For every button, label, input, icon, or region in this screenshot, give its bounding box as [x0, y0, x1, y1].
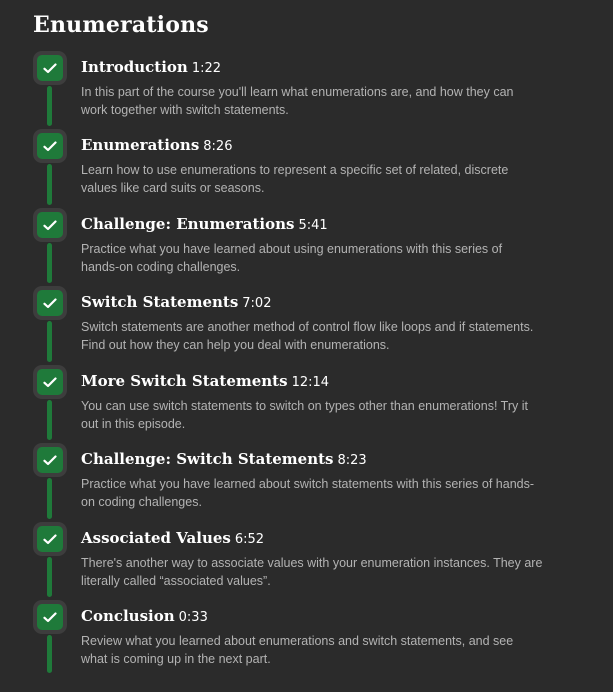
completed-checkbox[interactable] [33, 51, 67, 85]
episode-description: Switch statements are another method of … [81, 320, 534, 352]
checkmark-icon [43, 140, 57, 151]
checkmark-icon [43, 62, 57, 73]
episode-title[interactable]: Challenge: Enumerations [81, 215, 294, 233]
episode-duration: 8:23 [337, 453, 367, 468]
episode-description: There's another way to associate values … [81, 556, 543, 588]
episode-description: You can use switch statements to switch … [81, 399, 528, 431]
timeline-connector [47, 321, 52, 362]
timeline-connector [47, 243, 52, 283]
completed-checkbox[interactable] [33, 443, 67, 477]
timeline-connector [47, 557, 52, 597]
episode-description: Review what you learned about enumeratio… [81, 634, 514, 666]
episode-title[interactable]: Introduction [81, 58, 188, 76]
episode-duration: 7:02 [242, 296, 272, 311]
completed-checkbox[interactable] [33, 129, 67, 163]
episode-title[interactable]: Challenge: Switch Statements [81, 450, 333, 468]
completed-checkbox[interactable] [33, 522, 67, 556]
timeline-connector [47, 400, 52, 440]
episode-title[interactable]: Switch Statements [81, 293, 238, 311]
completed-checkbox[interactable] [33, 286, 67, 320]
episode-description: In this part of the course you'll learn … [81, 85, 514, 117]
episode-duration: 8:26 [203, 139, 233, 154]
episode-duration: 1:22 [191, 61, 222, 76]
completed-checkbox[interactable] [33, 208, 67, 242]
episode-title[interactable]: More Switch Statements [81, 372, 288, 390]
episode-description: Practice what you have learned about usi… [81, 242, 503, 274]
checkmark-icon [43, 376, 57, 387]
episode-title[interactable]: Associated Values [81, 529, 231, 547]
checkmark-icon [43, 297, 57, 308]
episode-duration: 5:41 [298, 218, 328, 233]
timeline-connector [47, 635, 52, 673]
episode-duration: 0:33 [178, 610, 208, 625]
episode-duration: 6:52 [234, 532, 265, 547]
episode-duration: 12:14 [291, 375, 330, 390]
checkmark-icon [43, 219, 57, 230]
checkmark-icon [43, 611, 57, 622]
episode-title[interactable]: Conclusion [81, 607, 175, 625]
completed-checkbox[interactable] [33, 600, 67, 634]
completed-checkbox[interactable] [33, 365, 67, 399]
timeline-connector [47, 164, 52, 205]
episode-timeline: Introduction 1:22 In this part of the cou… [0, 0, 613, 692]
timeline-connector [47, 86, 52, 126]
checkmark-icon [43, 533, 57, 544]
episode-description: Practice what you have learned about swi… [81, 477, 535, 509]
episode-title[interactable]: Enumerations [81, 136, 199, 154]
timeline-connector [47, 478, 52, 519]
checkmark-icon [43, 454, 57, 465]
episode-description: Learn how to use enumerations to represe… [81, 163, 509, 195]
